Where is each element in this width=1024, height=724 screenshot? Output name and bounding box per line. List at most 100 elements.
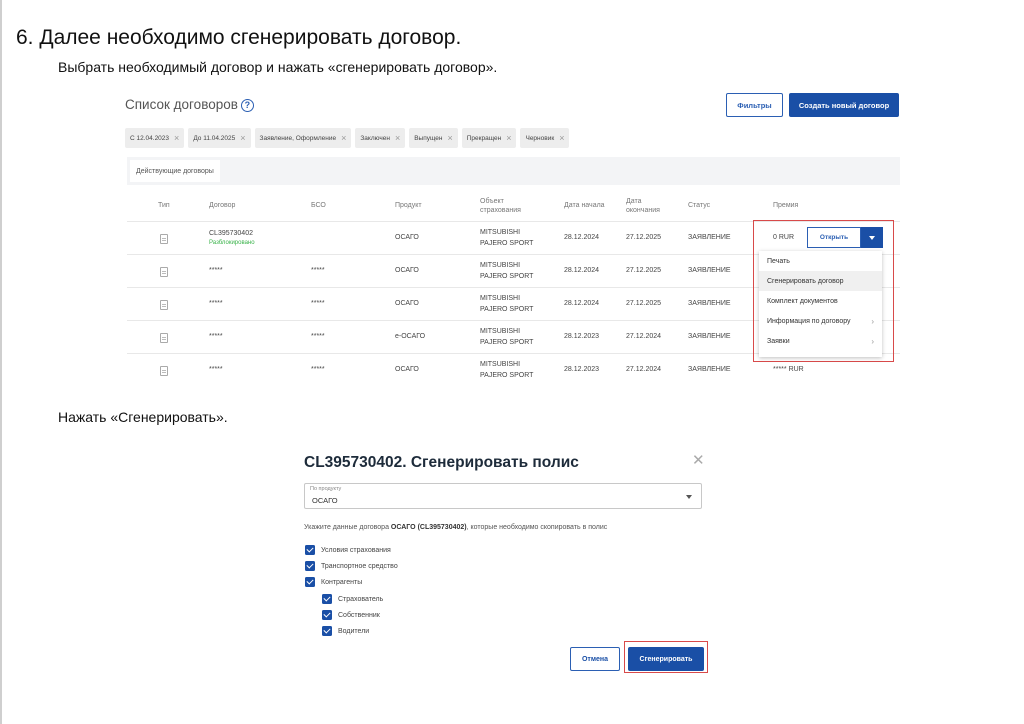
checkbox-counterparties[interactable]: Контрагенты [305, 577, 362, 587]
chip-label: Заключен [360, 134, 390, 142]
open-contract-button[interactable]: Открыть [807, 227, 861, 248]
filter-chip[interactable]: До 11.04.2025 × [188, 128, 251, 148]
help-icon[interactable]: ? [240, 99, 254, 112]
checkbox-checked[interactable] [322, 610, 332, 620]
cancel-button[interactable]: Отмена [570, 647, 620, 671]
object-line: MITSUBISHI [480, 361, 521, 369]
checkbox-label: Страхователь [338, 595, 384, 603]
object-line: PAJERO SPORT [480, 338, 534, 346]
contract-cell[interactable]: ***** [209, 354, 223, 387]
object-cell: MITSUBISHI PAJERO SPORT [480, 321, 533, 354]
dialog-title: CL395730402. Сгенерировать полис [304, 454, 579, 471]
tab-active-contracts[interactable]: Действующие договоры [130, 160, 220, 182]
close-icon[interactable]: × [447, 133, 452, 143]
product-select[interactable]: По продукту ОСАГО [304, 483, 702, 509]
close-icon[interactable]: × [559, 133, 564, 143]
menu-item-generate-contract[interactable]: Сгенерировать договор [759, 271, 882, 291]
checkbox-checked[interactable] [322, 626, 332, 636]
checkbox-vehicle[interactable]: Транспортное средство [305, 561, 398, 571]
column-header-premium: Премия [773, 202, 799, 210]
instruction-press-generate: Нажать «Сгенерировать». [58, 409, 228, 425]
document-icon [160, 266, 168, 277]
object-cell: MITSUBISHI PAJERO SPORT [480, 288, 533, 321]
contract-number[interactable]: CL395730402 [209, 229, 253, 239]
object-line: MITSUBISHI [480, 328, 521, 336]
close-icon[interactable]: × [506, 133, 511, 143]
contract-cell[interactable]: ***** [209, 255, 223, 288]
close-icon[interactable]: ✕ [692, 451, 705, 469]
note-suffix: , которые необходимо скопировать в полис [466, 524, 608, 531]
status-cell: ЗАЯВЛЕНИЕ [688, 300, 731, 308]
chevron-down-icon[interactable] [861, 227, 883, 248]
document-icon [160, 365, 168, 376]
contract-cell: CL395730402 Разблокировано [209, 222, 255, 255]
checkbox-label: Водители [338, 627, 370, 635]
step-heading: 6. Далее необходимо сгенерировать догово… [16, 26, 462, 49]
filters-button[interactable]: Фильтры [726, 93, 783, 117]
chip-label: Прекращен [466, 134, 502, 142]
checkbox-checked[interactable] [305, 545, 315, 555]
end-date-cell: 27.12.2024 [626, 366, 662, 374]
bso-cell: ***** [311, 300, 325, 308]
tab-strip: Действующие договоры [127, 157, 900, 185]
contract-cell[interactable]: ***** [209, 321, 223, 354]
checkbox-policyholder[interactable]: Страхователь [322, 594, 383, 604]
column-header-bso: БСО [311, 202, 326, 210]
product-select-label: По продукту [310, 486, 342, 492]
checkbox-label: Собственник [338, 611, 380, 619]
checkbox-owner[interactable]: Собственник [322, 610, 380, 620]
checkbox-checked[interactable] [322, 594, 332, 604]
filter-chips: С 12.04.2023 × До 11.04.2025 × Заявление, … [125, 128, 570, 148]
object-line: MITSUBISHI [480, 262, 521, 270]
close-icon[interactable]: × [240, 133, 245, 143]
menu-item-contract-info[interactable]: Информация по договору › [759, 311, 882, 331]
product-cell: ОСАГО [395, 300, 419, 308]
table-header: Тип Договор БСО Продукт Объект страхован… [127, 191, 900, 221]
document-icon [160, 332, 168, 343]
product-cell: ОСАГО [395, 267, 419, 275]
menu-item-label: Комплект документов [767, 297, 838, 305]
chip-label: Заявление, Оформление [259, 134, 337, 142]
contract-state-label: Разблокировано [209, 240, 255, 247]
checkbox-drivers[interactable]: Водители [322, 626, 369, 636]
menu-item-requests[interactable]: Заявки › [759, 331, 882, 351]
filter-chip[interactable]: Черновик × [520, 128, 570, 148]
chevron-down-icon[interactable] [686, 495, 692, 499]
contract-cell[interactable]: ***** [209, 288, 223, 321]
close-icon[interactable]: × [395, 133, 400, 143]
create-contract-button[interactable]: Создать новый договор [789, 93, 899, 117]
checkbox-label: Условия страхования [321, 546, 391, 554]
column-header-status: Статус [688, 202, 711, 210]
type-cell [160, 222, 168, 255]
product-cell: ОСАГО [395, 366, 419, 374]
chip-label: До 11.04.2025 [193, 134, 236, 142]
type-cell [160, 288, 168, 321]
checkbox-checked[interactable] [305, 577, 315, 587]
checkbox-checked[interactable] [305, 561, 315, 571]
end-date-cell: 27.12.2024 [626, 333, 662, 341]
generate-button[interactable]: Сгенерировать [628, 647, 704, 671]
close-icon[interactable]: × [174, 133, 179, 143]
filter-chip[interactable]: Прекращен × [461, 128, 517, 148]
start-date-cell: 28.12.2024 [564, 300, 600, 308]
note-contract: ОСАГО (CL395730402) [390, 524, 467, 531]
copy-data-note: Укажите данные договора ОСАГО (CL3957304… [304, 524, 607, 531]
object-cell: MITSUBISHI PAJERO SPORT [480, 222, 533, 255]
type-cell [160, 255, 168, 288]
menu-item-document-set[interactable]: Комплект документов [759, 291, 882, 311]
filter-chip[interactable]: Заявление, Оформление × [254, 128, 352, 148]
filter-chip[interactable]: С 12.04.2023 × [125, 128, 185, 148]
object-cell: MITSUBISHI PAJERO SPORT [480, 354, 533, 387]
instruction-select-contract: Выбрать необходимый договор и нажать «сг… [58, 59, 498, 75]
menu-item-print[interactable]: Печать [759, 251, 882, 271]
start-date-cell: 28.12.2024 [564, 234, 600, 242]
checkbox-insurance-terms[interactable]: Условия страхования [305, 545, 391, 555]
document-icon [160, 299, 168, 310]
filter-chip[interactable]: Заключен × [355, 128, 406, 148]
chip-label: С 12.04.2023 [130, 134, 170, 142]
filter-chip[interactable]: Выпущен × [409, 128, 458, 148]
checkbox-label: Контрагенты [321, 578, 363, 586]
close-icon[interactable]: × [341, 133, 346, 143]
chevron-right-icon: › [871, 336, 874, 346]
menu-item-label: Печать [767, 257, 790, 265]
